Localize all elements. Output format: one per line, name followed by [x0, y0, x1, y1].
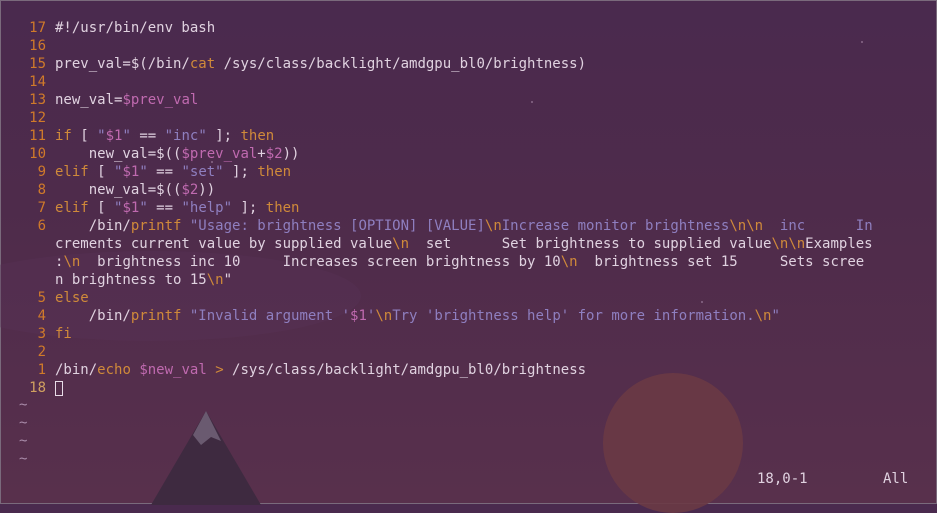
code-line[interactable]: 1/bin/echo $new_val > /sys/class/backlig… [1, 361, 937, 379]
scroll-indicator: All [883, 471, 909, 487]
line-number: 7 [37, 200, 46, 216]
code-text: if [ "$1" == "inc" ]; then [55, 128, 275, 144]
code-line[interactable]: 6 /bin/printf "Usage: brightness [OPTION… [1, 217, 937, 235]
line-number: 1 [37, 362, 46, 378]
code-text: crements current value by supplied value… [55, 236, 873, 252]
line-number: 5 [37, 290, 46, 306]
code-text: /bin/printf "Invalid argument '$1'\nTry … [55, 308, 780, 324]
code-text [55, 379, 63, 397]
empty-line-tilde: ~ [19, 451, 28, 467]
terminal-window[interactable]: 17 #!/usr/bin/env bash 16 15 prev_val=$(/bin… [0, 0, 937, 513]
code-text: new_val=$prev_val [55, 92, 199, 108]
status-line: 18,0-1 All [1, 470, 937, 488]
code-line[interactable]: 11 if [ "$1" == "inc" ]; then [1, 127, 937, 145]
code-text: :\n brightness inc 10 Increases screen b… [55, 254, 865, 270]
line-number: 8 [37, 182, 46, 198]
line-number: 11 [29, 128, 46, 144]
code-line[interactable]: 2 [1, 343, 937, 361]
code-line[interactable]: 14 [1, 73, 937, 91]
line-number: 16 [29, 38, 46, 54]
line-number: 14 [29, 74, 46, 90]
line-number: 3 [37, 326, 46, 342]
line-number: 18 [29, 380, 46, 396]
code-line[interactable]: n brightness to 15\n" [1, 271, 937, 289]
background-mountain [151, 411, 261, 505]
code-line[interactable]: 17 #!/usr/bin/env bash [1, 19, 937, 37]
code-line[interactable]: 15 prev_val=$(/bin/cat /sys/class/backlig… [1, 55, 937, 73]
code-line[interactable]: 3 fi [1, 325, 937, 343]
empty-line-tilde: ~ [19, 397, 28, 413]
vim-editor[interactable]: 17 #!/usr/bin/env bash 16 15 prev_val=$(/bin… [1, 19, 937, 397]
line-number: 15 [29, 56, 46, 72]
code-text: /bin/echo $new_val > /sys/class/backligh… [55, 362, 587, 378]
code-line[interactable]: 10 new_val=$(($prev_val+$2)) [1, 145, 937, 163]
code-text: new_val=$(($2)) [55, 182, 216, 198]
code-text: n brightness to 15\n" [55, 272, 233, 288]
line-number: 17 [29, 20, 46, 36]
code-text: prev_val=$(/bin/cat /sys/class/backlight… [55, 56, 587, 72]
code-line[interactable]: 16 [1, 37, 937, 55]
code-line[interactable]: 5 else [1, 289, 937, 307]
line-number: 6 [37, 218, 46, 234]
code-line[interactable]: 12 [1, 109, 937, 127]
code-text: else [55, 290, 89, 306]
line-number: 12 [29, 110, 46, 126]
code-text: /bin/printf "Usage: brightness [OPTION] … [55, 218, 873, 234]
cursor-position: 18,0-1 [757, 471, 808, 487]
code-line[interactable]: 9 elif [ "$1" == "set" ]; then [1, 163, 937, 181]
code-line[interactable]: 4 /bin/printf "Invalid argument '$1'\nTr… [1, 307, 937, 325]
text-cursor [55, 380, 63, 396]
line-number: 9 [37, 164, 46, 180]
code-line[interactable]: 13 new_val=$prev_val [1, 91, 937, 109]
code-line[interactable]: crements current value by supplied value… [1, 235, 937, 253]
code-text: #!/usr/bin/env bash [55, 20, 216, 36]
line-number: 4 [37, 308, 46, 324]
code-text: fi [55, 326, 72, 342]
code-line[interactable]: :\n brightness inc 10 Increases screen b… [1, 253, 937, 271]
empty-line-tilde: ~ [19, 415, 28, 431]
code-line[interactable]: 18 [1, 379, 937, 397]
empty-line-tilde: ~ [19, 433, 28, 449]
line-number: 10 [29, 146, 46, 162]
code-text: elif [ "$1" == "set" ]; then [55, 164, 292, 180]
code-text: elif [ "$1" == "help" ]; then [55, 200, 300, 216]
line-number: 2 [37, 344, 46, 360]
code-line[interactable]: 8 new_val=$(($2)) [1, 181, 937, 199]
line-number: 13 [29, 92, 46, 108]
code-text: new_val=$(($prev_val+$2)) [55, 146, 300, 162]
code-line[interactable]: 7 elif [ "$1" == "help" ]; then [1, 199, 937, 217]
